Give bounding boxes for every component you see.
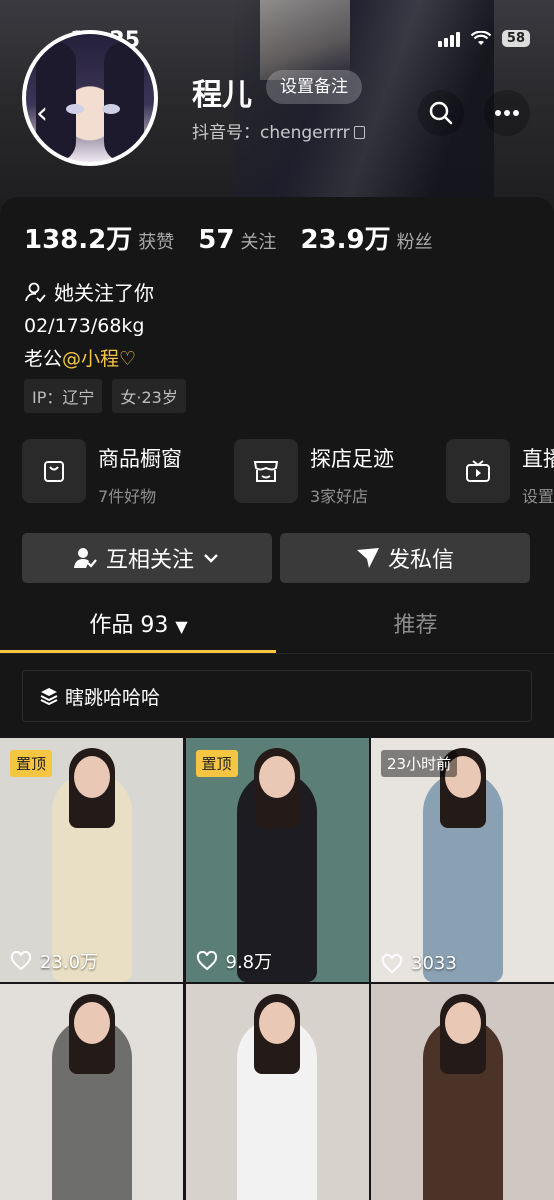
wifi-icon	[470, 30, 492, 45]
thumbnail-figure-head	[73, 1002, 110, 1044]
video-thumbnail[interactable]	[185, 984, 369, 1200]
more-icon	[495, 110, 519, 116]
store-icon	[234, 439, 298, 503]
tab-divider	[0, 653, 554, 654]
bio-line-2: 老公@小程♡	[24, 348, 137, 370]
thumbnail-figure-head	[73, 756, 110, 798]
copy-icon[interactable]	[353, 126, 365, 139]
action-buttons: 互相关注 发私信	[22, 533, 530, 583]
stat-following[interactable]: 57 关注	[198, 225, 276, 255]
video-grid: 置顶 23.0万 置顶 9.8万 23小时前 3033	[0, 738, 554, 1200]
content-tabs: 作品 93 ▼ 推荐	[0, 603, 554, 655]
video-thumbnail[interactable]: 置顶 23.0万	[0, 738, 183, 982]
profile-tags: IP：辽宁 女·23岁	[24, 379, 186, 413]
profile-panel: 138.2万 获赞 57 关注 23.9万 粉丝 她关注了你 02/173/68kg …	[0, 197, 554, 1200]
mutual-follow-button[interactable]: 互相关注	[22, 533, 272, 583]
collection-chip[interactable]: 瞎跳哈哈哈	[22, 670, 532, 722]
send-message-button[interactable]: 发私信	[280, 533, 530, 583]
heart-icon	[196, 951, 217, 971]
status-icons: 58	[437, 30, 530, 47]
video-thumbnail[interactable]	[371, 984, 554, 1200]
video-thumbnail[interactable]	[0, 984, 183, 1200]
douyin-id-text: 抖音号：chengerrrr	[192, 123, 350, 143]
tab-recommend[interactable]: 推荐	[277, 603, 554, 655]
pinned-badge: 置顶	[10, 750, 53, 777]
pinned-badge: 置顶	[195, 750, 238, 777]
caret-down-icon: ▼	[175, 617, 188, 636]
feature-live[interactable]: 直播 设置	[446, 439, 554, 507]
mention-link[interactable]: @小程♡	[62, 348, 136, 370]
set-remark-button[interactable]: 设置备注	[266, 70, 362, 104]
stat-likes[interactable]: 138.2万 获赞	[24, 219, 174, 256]
like-count: 23.0万	[10, 948, 98, 974]
layers-icon	[40, 688, 58, 706]
user-check-icon	[73, 548, 97, 568]
search-icon	[429, 101, 453, 125]
battery-icon: 58	[501, 30, 530, 47]
signal-icon	[437, 31, 460, 47]
thumbnail-figure-head	[259, 756, 295, 798]
video-thumbnail[interactable]: 置顶 9.8万	[185, 738, 369, 982]
search-button[interactable]	[418, 90, 464, 136]
like-count: 9.8万	[196, 948, 272, 974]
like-count: 3033	[381, 953, 457, 974]
tv-icon	[446, 439, 510, 503]
follows-you: 她关注了你	[24, 277, 154, 306]
thumbnail-figure-head	[259, 1002, 295, 1044]
stats-row: 138.2万 获赞 57 关注 23.9万 粉丝	[24, 219, 457, 256]
more-button[interactable]	[484, 90, 530, 136]
nickname: 程儿	[192, 78, 252, 113]
douyin-id[interactable]: 抖音号：chengerrrr	[192, 118, 365, 143]
bio-line-1: 02/173/68kg	[24, 315, 145, 337]
send-icon	[356, 548, 379, 568]
stat-followers[interactable]: 23.9万 粉丝	[300, 219, 432, 256]
tab-works[interactable]: 作品 93 ▼	[0, 603, 277, 655]
shopping-bag-icon	[22, 439, 86, 503]
video-thumbnail[interactable]: 23小时前 3033	[371, 738, 554, 982]
banner-artwork-highlight	[260, 0, 350, 80]
heart-icon	[381, 953, 403, 973]
gender-age-tag: 女·23岁	[112, 379, 186, 413]
heart-icon	[10, 951, 32, 971]
thumbnail-figure-head	[444, 1002, 481, 1044]
user-follow-icon	[25, 282, 46, 302]
chevron-down-icon	[204, 554, 218, 563]
ip-tag: IP：辽宁	[24, 379, 103, 413]
time-badge: 23小时前	[381, 750, 458, 777]
feature-showcase[interactable]: 商品橱窗 7件好物	[22, 439, 188, 507]
feature-store-visits[interactable]: 探店足迹 3家好店	[234, 439, 400, 507]
back-icon[interactable]: ‹	[36, 96, 48, 131]
feature-row: 商品橱窗 7件好物 探店足迹 3家好店 直播 设置	[22, 439, 554, 507]
